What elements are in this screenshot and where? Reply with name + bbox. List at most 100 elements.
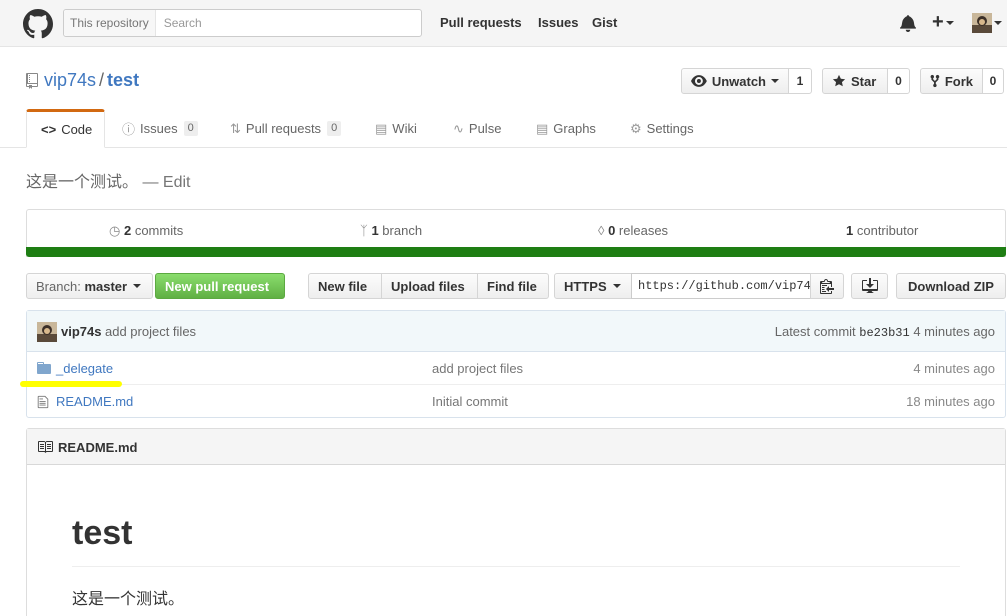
tab-graphs[interactable]: ▤ Graphs xyxy=(536,109,596,148)
search-input[interactable] xyxy=(155,11,421,35)
commits-count: 2 xyxy=(123,223,132,238)
file-table: vip74s add project files Latest commit b… xyxy=(26,310,1006,418)
open-in-desktop-button[interactable] xyxy=(851,273,888,299)
contributors-label: contributor xyxy=(856,223,919,238)
repo-title-separator: / xyxy=(99,70,105,90)
clone-protocol-button[interactable]: HTTPS xyxy=(554,273,632,299)
tab-pull-requests-label: Pull requests xyxy=(245,121,322,136)
file-name-link[interactable]: _delegate xyxy=(56,361,113,376)
repo-owner-link[interactable]: vip74s xyxy=(44,70,96,90)
commit-age: 4 minutes ago xyxy=(913,324,995,339)
branches-link[interactable]: ᛉ 1 branch xyxy=(360,223,422,238)
nav-gist[interactable]: Gist xyxy=(592,15,617,30)
tab-settings-label: Settings xyxy=(646,121,694,136)
branch-select-button[interactable]: Branch: master xyxy=(26,273,153,299)
branches-label: branch xyxy=(382,223,423,238)
contributors-link[interactable]: 1 contributor xyxy=(846,223,918,238)
issues-counter: 0 xyxy=(183,121,198,136)
user-menu[interactable] xyxy=(972,13,1002,33)
fork-label: Fork xyxy=(944,73,973,89)
branch-prefix: Branch: xyxy=(36,278,81,294)
contributors-count: 1 xyxy=(846,223,854,238)
issue-opened-icon: ⓘ xyxy=(122,122,136,137)
tab-issues[interactable]: ⓘ Issues 0 xyxy=(122,109,198,148)
fork-button[interactable]: Fork xyxy=(920,68,983,94)
new-pull-request-button[interactable]: New pull request xyxy=(155,273,285,299)
language-bar xyxy=(26,247,1006,257)
file-commit-message[interactable]: add project files xyxy=(432,361,523,376)
fork-icon xyxy=(930,74,940,88)
latest-commit-bar: vip74s add project files Latest commit b… xyxy=(27,311,1005,352)
clone-url-input[interactable]: https://github.com/vip74s/test.git xyxy=(631,273,811,299)
graph-icon: ▤ xyxy=(536,120,549,136)
find-file-button[interactable]: Find file xyxy=(477,273,549,299)
avatar xyxy=(972,13,992,33)
file-commit-message[interactable]: Initial commit xyxy=(432,394,508,409)
eye-icon xyxy=(691,75,707,87)
notifications-bell-icon[interactable] xyxy=(900,14,916,32)
create-new-button[interactable]: + xyxy=(932,12,954,32)
tab-pulse[interactable]: ∿ Pulse xyxy=(453,109,501,148)
nav-issues[interactable]: Issues xyxy=(538,15,578,30)
branch-name: master xyxy=(84,278,128,294)
file-name-link[interactable]: README.md xyxy=(56,394,133,409)
site-header: This repository Pull requests Issues Gis… xyxy=(0,0,1007,47)
readme-heading-rule xyxy=(72,566,960,567)
latest-commit-info: Latest commit be23b31 4 minutes ago xyxy=(775,324,995,340)
readme-heading: test xyxy=(72,514,133,552)
commit-sha-link[interactable]: be23b31 xyxy=(859,326,909,340)
tab-graphs-label: Graphs xyxy=(553,121,596,136)
git-branch-icon: ᛉ xyxy=(360,223,368,238)
file-row[interactable]: README.md Initial commit 18 minutes ago xyxy=(27,385,1005,418)
tab-pulse-label: Pulse xyxy=(468,121,502,136)
repo-name-link[interactable]: test xyxy=(107,70,139,90)
upload-files-button[interactable]: Upload files xyxy=(381,273,478,299)
file-row[interactable]: _delegate add project files 4 minutes ag… xyxy=(27,352,1005,385)
nav-pull-requests[interactable]: Pull requests xyxy=(440,15,522,30)
unwatch-button[interactable]: Unwatch xyxy=(681,68,789,94)
highlight-underline xyxy=(20,381,122,387)
tab-code[interactable]: <> Code xyxy=(26,109,105,148)
watch-count[interactable]: 1 xyxy=(788,68,812,94)
download-zip-button[interactable]: Download ZIP xyxy=(896,273,1006,299)
pull-requests-counter: 0 xyxy=(327,121,342,136)
folder-icon xyxy=(37,362,51,374)
readme-filename: README.md xyxy=(58,440,138,455)
file-age: 18 minutes ago xyxy=(906,394,995,409)
tab-pull-requests[interactable]: ⇅ Pull requests 0 xyxy=(230,109,342,148)
commit-author-link[interactable]: vip74s xyxy=(61,324,101,339)
chevron-down-icon xyxy=(771,79,779,83)
readme-panel: README.md test 这是一个测试。 xyxy=(26,428,1006,616)
desktop-download-icon xyxy=(861,278,878,293)
edit-description-link[interactable]: — Edit xyxy=(142,174,190,191)
commit-message-link[interactable]: add project files xyxy=(105,324,196,339)
history-icon: ◷ xyxy=(109,223,121,238)
chevron-down-icon xyxy=(133,284,142,288)
tab-code-label: Code xyxy=(61,122,93,137)
github-logo-icon[interactable] xyxy=(23,9,53,39)
star-count[interactable]: 0 xyxy=(887,68,910,94)
tab-settings[interactable]: ⚙ Settings xyxy=(630,109,694,148)
book-icon xyxy=(38,441,53,453)
star-icon xyxy=(832,74,846,87)
search-scope-label: This repository xyxy=(64,10,156,36)
chevron-down-icon xyxy=(612,284,621,288)
pulse-icon: ∿ xyxy=(453,120,464,136)
repo-title: vip74s / test xyxy=(44,70,139,91)
readme-body-text: 这是一个测试。 xyxy=(72,591,185,608)
clone-protocol-label: HTTPS xyxy=(564,278,607,294)
releases-link[interactable]: ◊ 0 releases xyxy=(598,223,668,238)
file-age: 4 minutes ago xyxy=(913,361,995,376)
star-button[interactable]: Star xyxy=(822,68,888,94)
new-file-button[interactable]: New file xyxy=(308,273,382,299)
code-icon: <> xyxy=(41,122,57,137)
fork-count[interactable]: 0 xyxy=(982,68,1004,94)
commits-link[interactable]: ◷ 2 commits xyxy=(109,223,183,239)
tab-issues-label: Issues xyxy=(140,121,178,136)
avatar xyxy=(37,322,57,342)
gear-icon: ⚙ xyxy=(630,120,642,136)
tab-wiki[interactable]: ▤ Wiki xyxy=(375,109,417,148)
repo-icon xyxy=(26,73,38,89)
copy-clone-url-button[interactable] xyxy=(810,273,844,299)
search-box[interactable]: This repository xyxy=(63,9,422,37)
